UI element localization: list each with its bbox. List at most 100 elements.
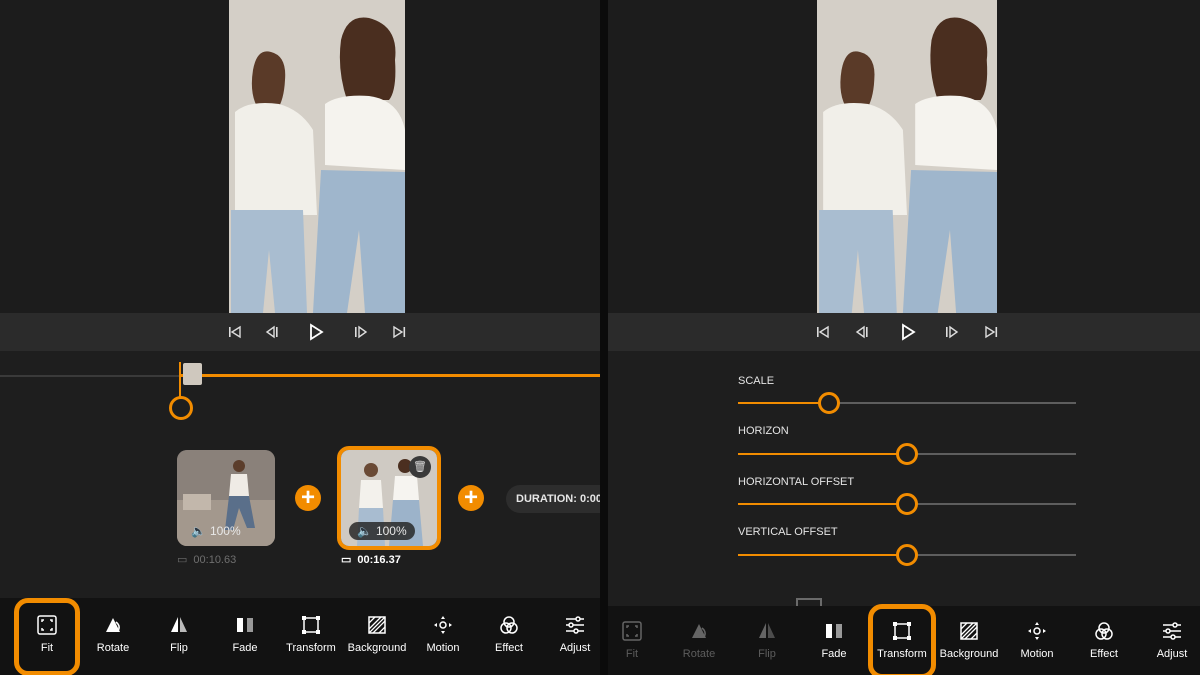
video-preview xyxy=(0,0,600,313)
clip-duration-2: ▭ 00:16.37 xyxy=(341,553,401,567)
next-frame-icon[interactable] xyxy=(942,323,960,341)
playhead[interactable] xyxy=(179,362,181,400)
playhead-handle[interactable] xyxy=(169,396,193,420)
editor-panel-fit: 🔈 100% ▭ 00:10.63 + 🗑 🔈 100% ▭ 00:16.37 … xyxy=(0,0,600,675)
clip-duration-1: ▭ 00:10.63 xyxy=(177,553,237,567)
tool-rotate[interactable]: Rotate xyxy=(80,614,146,654)
tool-motion[interactable]: Motion xyxy=(410,614,476,654)
preview-photo-icon xyxy=(817,0,997,313)
flip-icon xyxy=(168,614,190,636)
horizontal-offset-slider[interactable] xyxy=(738,493,1076,515)
flip-icon xyxy=(756,620,778,642)
play-icon[interactable] xyxy=(899,323,917,341)
edit-toolbar: Fit Rotate Flip Fade Transform Backgroun… xyxy=(608,604,1200,675)
panel-divider xyxy=(600,0,608,675)
playback-controls xyxy=(608,313,1200,351)
tool-label: Effect xyxy=(1090,648,1118,660)
scale-slider[interactable] xyxy=(738,392,1076,414)
editor-panel-transform: SCALE HORIZON HORIZONTAL OFFSET VERTICAL… xyxy=(608,0,1200,675)
tool-flip[interactable]: Flip xyxy=(146,614,212,654)
skip-start-icon[interactable] xyxy=(226,323,244,341)
transform-icon xyxy=(300,614,322,636)
timeline-progress[interactable] xyxy=(180,374,600,377)
video-frame xyxy=(229,0,405,313)
tool-fade[interactable]: Fade xyxy=(801,620,867,660)
adjust-icon xyxy=(1161,620,1183,642)
fit-icon xyxy=(621,620,643,642)
vertical-offset-slider[interactable] xyxy=(738,544,1076,566)
timeline-frame-thumbnail xyxy=(183,363,202,385)
tool-adjust[interactable]: Adjust xyxy=(542,614,600,654)
slider-handle[interactable] xyxy=(896,493,918,515)
edit-toolbar: Fit Rotate Flip Fade Transform Backgroun… xyxy=(0,598,600,675)
clip-volume-value: 100% xyxy=(375,524,407,538)
tool-label: Transform xyxy=(286,642,336,654)
timeline-track[interactable] xyxy=(0,375,180,377)
prev-frame-icon[interactable] xyxy=(854,323,872,341)
tool-label: Rotate xyxy=(682,648,716,660)
skip-start-icon[interactable] xyxy=(814,323,832,341)
tool-rotate: Rotate xyxy=(666,620,732,660)
fit-icon xyxy=(36,614,58,636)
prev-frame-icon[interactable] xyxy=(264,323,282,341)
video-preview xyxy=(608,0,1200,313)
adjust-icon xyxy=(564,614,586,636)
horizon-slider[interactable] xyxy=(738,443,1076,465)
fade-icon xyxy=(823,620,845,642)
reset-icon[interactable] xyxy=(796,598,822,606)
tool-label: Adjust xyxy=(1156,648,1188,660)
tool-label: Motion xyxy=(426,642,460,654)
clip-volume: 🔈 100% xyxy=(349,522,415,540)
trash-icon[interactable]: 🗑 xyxy=(409,456,431,478)
tool-effect[interactable]: Effect xyxy=(1071,620,1137,660)
add-clip-button[interactable]: + xyxy=(295,485,321,511)
clip-volume-value: 100% xyxy=(209,524,241,538)
play-icon[interactable] xyxy=(307,323,325,341)
rotate-icon xyxy=(688,620,710,642)
tool-fade[interactable]: Fade xyxy=(212,614,278,654)
tool-fit: Fit xyxy=(608,620,665,660)
add-clip-button[interactable]: + xyxy=(458,485,484,511)
tool-label: Flip xyxy=(758,648,776,660)
tool-label: Background xyxy=(939,648,999,660)
tool-effect[interactable]: Effect xyxy=(476,614,542,654)
skip-end-icon[interactable] xyxy=(390,323,408,341)
skip-end-icon[interactable] xyxy=(982,323,1000,341)
vertical-offset-label: VERTICAL OFFSET xyxy=(738,526,838,538)
background-icon xyxy=(366,614,388,636)
slider-handle[interactable] xyxy=(818,392,841,414)
speaker-icon: 🔈 xyxy=(191,524,206,538)
tool-background[interactable]: Background xyxy=(936,620,1002,660)
fade-icon xyxy=(234,614,256,636)
tool-transform[interactable]: Transform xyxy=(869,620,935,660)
rotate-icon xyxy=(102,614,124,636)
tool-motion[interactable]: Motion xyxy=(1004,620,1070,660)
clip-thumbnail-2[interactable]: 🗑 🔈 100% xyxy=(337,446,441,550)
tool-label: Fit xyxy=(40,642,54,654)
tool-label: Motion xyxy=(1020,648,1054,660)
clip-volume: 🔈 100% xyxy=(191,524,241,538)
slider-handle[interactable] xyxy=(896,443,918,465)
playback-controls xyxy=(0,313,600,351)
tool-label: Fit xyxy=(625,648,639,660)
tool-background[interactable]: Background xyxy=(344,614,410,654)
clip-duration-value: 00:16.37 xyxy=(357,553,401,566)
speaker-icon: 🔈 xyxy=(357,524,372,538)
horizontal-offset-label: HORIZONTAL OFFSET xyxy=(738,476,855,488)
tool-adjust[interactable]: Adjust xyxy=(1139,620,1200,660)
clip-thumbnail-1[interactable]: 🔈 100% xyxy=(177,450,275,546)
tool-label: Background xyxy=(347,642,407,654)
tool-fit[interactable]: Fit xyxy=(14,614,80,654)
tool-label: Fade xyxy=(821,648,847,660)
slider-fill xyxy=(738,402,830,404)
next-frame-icon[interactable] xyxy=(351,323,369,341)
tool-label: Fade xyxy=(232,642,258,654)
scale-label: SCALE xyxy=(738,375,775,387)
slider-handle[interactable] xyxy=(896,544,918,566)
slider-fill xyxy=(738,503,907,505)
tool-transform[interactable]: Transform xyxy=(278,614,344,654)
clip-duration-value: 00:10.63 xyxy=(193,553,237,566)
video-camera-icon: ▭ xyxy=(177,554,188,566)
video-frame xyxy=(817,0,997,313)
effect-icon xyxy=(1093,620,1115,642)
